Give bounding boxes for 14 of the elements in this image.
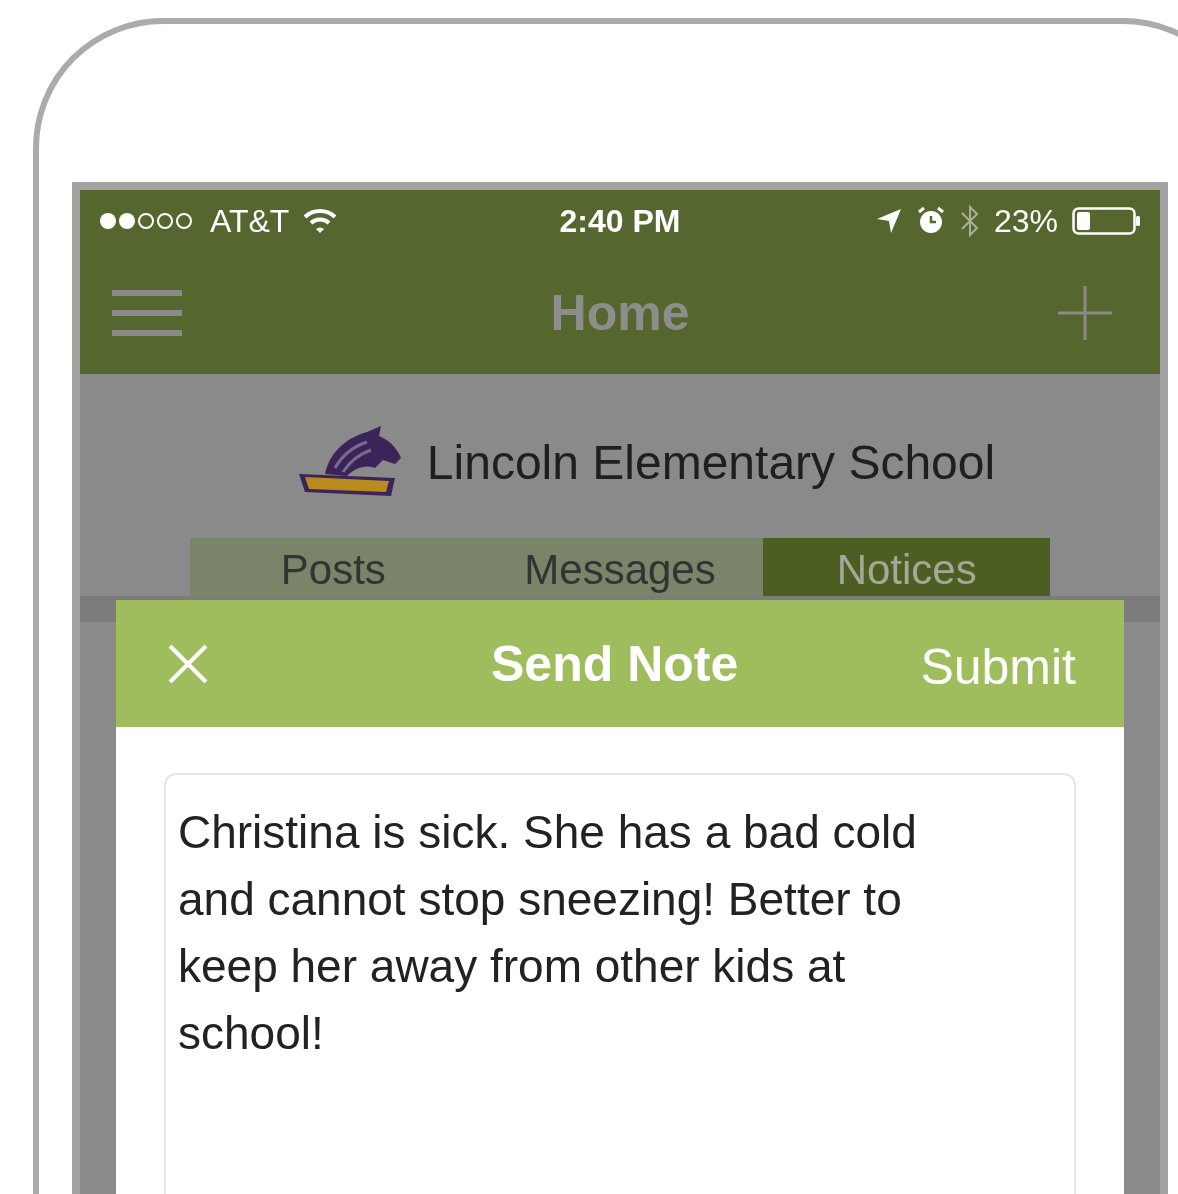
- battery-icon: [1072, 207, 1142, 235]
- school-name: Lincoln Elementary School: [426, 434, 996, 490]
- location-arrow-icon: [875, 208, 902, 234]
- add-icon[interactable]: [1058, 286, 1112, 340]
- alarm-clock-icon: [915, 206, 946, 236]
- status-time: 2:40 PM: [559, 202, 681, 240]
- wifi-icon: [303, 208, 338, 234]
- note-field[interactable]: Christina is sick. She has a bad cold and cannot stop sneezing! Better to keep her away from other kids at school!: [164, 773, 1076, 1194]
- carrier-label: AT&T: [210, 202, 290, 240]
- close-icon[interactable]: [168, 643, 208, 684]
- nav-title: Home: [550, 284, 690, 342]
- bluetooth-icon: [959, 204, 980, 238]
- battery-percent: 23%: [993, 202, 1058, 240]
- menu-icon[interactable]: [112, 289, 182, 337]
